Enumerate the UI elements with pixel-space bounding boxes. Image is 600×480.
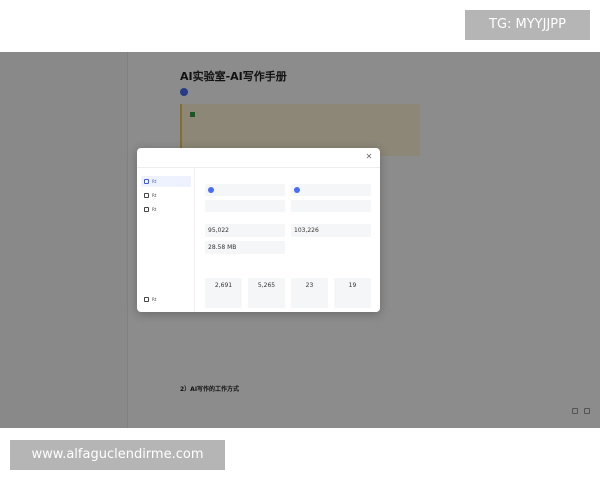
tab-settings[interactable]: Rt [141, 294, 191, 305]
tab-label: Rt [152, 179, 157, 184]
stat-size: 28.58 MB [205, 241, 285, 254]
close-icon[interactable]: ✕ [364, 152, 374, 162]
document-info-dialog: ✕ Rt Rt Rt Rt 95,022 103,226 28.58 MB 2,… [137, 148, 380, 312]
stat-card: 5,265 [248, 278, 285, 308]
edit-icon [144, 207, 149, 212]
settings-icon [144, 297, 149, 302]
stat-count-2: 103,226 [291, 224, 371, 237]
tab-edit-history[interactable]: Rt [141, 204, 191, 215]
card-value: 2,691 [214, 282, 233, 289]
owner-field [205, 184, 285, 196]
tab-label: Rt [152, 297, 157, 302]
stat-value: 103,226 [294, 227, 319, 234]
watermark-top: TG: MYYJJPP [465, 10, 590, 40]
card-value: 19 [348, 282, 357, 289]
created-time-field [205, 200, 285, 212]
tab-document-info[interactable]: Rt [141, 176, 191, 187]
tab-label: Rt [152, 193, 157, 198]
history-icon [144, 193, 149, 198]
watermark-bottom: www.alfaguclendirme.com [10, 440, 225, 470]
stat-card: 23 [291, 278, 328, 308]
card-value: 5,265 [257, 282, 276, 289]
stat-value: 28.58 MB [208, 244, 237, 251]
dialog-body: 95,022 103,226 28.58 MB 2,691 5,265 23 1… [199, 170, 377, 310]
stat-card: 19 [334, 278, 371, 308]
avatar[interactable] [294, 187, 300, 193]
tab-visit-history[interactable]: Rt [141, 190, 191, 201]
card-value: 23 [305, 282, 314, 289]
avatar[interactable] [208, 187, 214, 193]
screenshot: TG: MYYJJPP AI实验室-AI写作手册 2）AI写作的工作方式 ✕ R… [0, 0, 600, 480]
stat-card: 2,691 [205, 278, 242, 308]
dialog-nav: Rt Rt Rt Rt [137, 168, 195, 312]
updated-time-field [291, 200, 371, 212]
info-icon [144, 179, 149, 184]
tab-label: Rt [152, 207, 157, 212]
creator-field [291, 184, 371, 196]
stat-value: 95,022 [208, 227, 229, 234]
dialog-header: ✕ [137, 148, 380, 168]
stat-count-1: 95,022 [205, 224, 285, 237]
